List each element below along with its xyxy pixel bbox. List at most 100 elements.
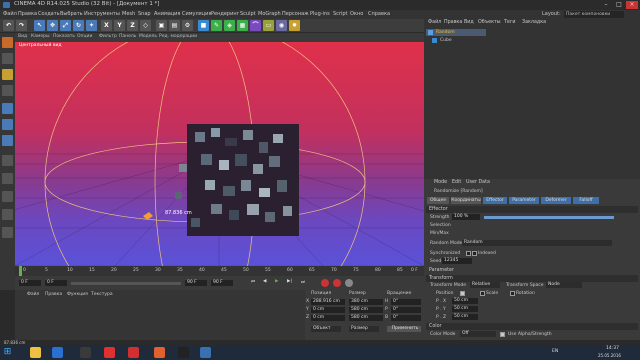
z-axis-icon[interactable]: Z	[127, 20, 138, 31]
language-indicator[interactable]: EN	[552, 349, 558, 354]
rotation-h-field[interactable]: 0°	[391, 299, 421, 305]
light-icon[interactable]: ✹	[289, 20, 300, 31]
polygons-mode-icon[interactable]	[2, 135, 13, 146]
transform-space-dropdown[interactable]: Node	[546, 282, 582, 288]
3d-viewport[interactable]: Центральный вид 87.836 cm	[15, 42, 424, 266]
clock-date[interactable]: 25.05.2016	[598, 353, 621, 358]
synchronized-checkbox[interactable]	[466, 251, 471, 256]
tweak-icon[interactable]	[2, 173, 13, 184]
bend-deformer-icon[interactable]: ⌒	[250, 20, 261, 31]
move-icon[interactable]: ✥	[47, 20, 58, 31]
rotation-p-field[interactable]: 0°	[391, 307, 421, 313]
preview-end-field[interactable]: 90 F	[211, 280, 233, 286]
random-mode-dropdown[interactable]: Random	[462, 240, 612, 246]
menu-create[interactable]: Создать	[38, 11, 60, 17]
record-icon[interactable]	[321, 279, 329, 287]
alpha-strength-checkbox[interactable]	[500, 332, 505, 337]
cube-icon[interactable]: ■	[198, 20, 209, 31]
coord-size-mode-dropdown[interactable]: Размер	[349, 326, 379, 332]
size-z-field[interactable]: 580 cm	[349, 315, 383, 321]
edges-mode-icon[interactable]	[2, 119, 13, 130]
explorer-window-icon[interactable]	[80, 347, 91, 358]
strength-slider[interactable]	[484, 216, 614, 219]
color-mode-dropdown[interactable]: Off	[460, 331, 496, 337]
render-picture-viewer-icon[interactable]: ▤	[169, 20, 180, 31]
next-key-icon[interactable]: ▶|	[287, 279, 292, 284]
end-frame-field[interactable]: 90 F	[185, 280, 207, 286]
indexed-checkbox[interactable]	[472, 251, 477, 256]
render-settings-icon[interactable]: ⚙	[182, 20, 193, 31]
snap-icon[interactable]	[2, 191, 13, 202]
tab-coords[interactable]: Координаты	[451, 197, 481, 204]
timeline[interactable]: 0 5 10 15 20 25 30 35 40 45 50 55 60 65 …	[15, 266, 424, 276]
position-z-field[interactable]: 0 cm	[311, 315, 345, 321]
strength-field[interactable]: 100 %	[452, 214, 480, 220]
yandex-browser-icon[interactable]	[104, 347, 115, 358]
layout-dropdown[interactable]: Пакет компоновки	[564, 11, 624, 18]
viewport-menu-moderation[interactable]: Ред. модерации	[159, 34, 197, 39]
keyframe-selection-icon[interactable]	[345, 279, 353, 287]
array-icon[interactable]: ▦	[237, 20, 248, 31]
objmgr-menu-bookmarks[interactable]: Закладка	[522, 20, 546, 25]
rotation-checkbox[interactable]	[510, 291, 515, 296]
redo-icon[interactable]: ↷	[16, 20, 27, 31]
position-x-field[interactable]: 288.916 cm	[311, 299, 345, 305]
current-frame-field[interactable]: 0 F	[45, 280, 67, 286]
live-selection-icon[interactable]: ↖	[34, 20, 45, 31]
go-start-icon[interactable]: ⏮	[251, 279, 255, 285]
menu-script[interactable]: Script	[333, 11, 348, 17]
texture-mode-icon[interactable]	[2, 69, 13, 80]
model-mode-icon[interactable]	[2, 53, 13, 64]
rotation-b-field[interactable]: 0°	[391, 315, 421, 321]
transform-mode-dropdown[interactable]: Relative	[470, 282, 500, 288]
go-end-icon[interactable]: ⏭	[301, 279, 305, 285]
viewport-menu-cameras[interactable]: Камеры	[31, 34, 50, 39]
menu-plugins[interactable]: Plug-ins	[310, 11, 330, 17]
objmgr-menu-tags[interactable]: Теги	[504, 20, 516, 25]
menu-edit[interactable]: Правка	[18, 11, 37, 17]
material-menu-edit[interactable]: Правка	[45, 292, 62, 297]
recent-tools-icon[interactable]: ✦	[86, 20, 97, 31]
render-view-icon[interactable]: ▣	[156, 20, 167, 31]
coord-mode-dropdown[interactable]: Объект	[311, 326, 341, 332]
section-parameter[interactable]: Parameter	[426, 267, 638, 274]
objmgr-menu-edit[interactable]: Правка	[444, 20, 462, 25]
scale-checkbox[interactable]	[480, 291, 485, 296]
cinema4d-task-icon[interactable]	[200, 347, 211, 358]
menu-snap[interactable]: Snap	[138, 11, 151, 17]
menu-file[interactable]: Файл	[3, 11, 17, 17]
viewport-menu-model[interactable]: Модель	[139, 34, 157, 39]
section-effector[interactable]: Effector	[426, 206, 638, 213]
param-position-y-field[interactable]: 50 cm	[452, 306, 478, 312]
menu-select[interactable]: Выбрать	[60, 11, 83, 17]
play-icon[interactable]: ▶	[275, 279, 278, 284]
start-frame-field[interactable]: 0 F	[19, 280, 41, 286]
camera-icon[interactable]: ◉	[276, 20, 287, 31]
ie-browser-icon[interactable]	[52, 347, 63, 358]
object-row-cube[interactable]: Cube	[426, 37, 486, 44]
apply-button[interactable]: Применить	[387, 326, 421, 332]
file-explorer-icon[interactable]	[30, 347, 41, 358]
planar-workplane-icon[interactable]	[2, 227, 13, 238]
viewport-menu-filter[interactable]: Фильтр	[99, 34, 117, 39]
material-menu-texture[interactable]: Текстура	[91, 292, 113, 297]
attr-menu-mode[interactable]: Mode	[434, 180, 447, 185]
range-slider[interactable]	[71, 282, 181, 285]
param-position-z-field[interactable]: 50 cm	[452, 314, 478, 320]
param-position-x-field[interactable]: 50 cm	[452, 298, 478, 304]
minmax-label[interactable]: Min/Max	[430, 231, 449, 236]
seed-field[interactable]: 12345	[442, 258, 472, 264]
section-transform[interactable]: Transform	[426, 275, 638, 282]
attr-menu-userdata[interactable]: User Data	[466, 180, 490, 185]
opera-icon[interactable]	[128, 347, 139, 358]
viewport-menu-view[interactable]: Вид	[18, 34, 27, 39]
size-y-field[interactable]: 580 cm	[349, 307, 383, 313]
viewport-menu-panel[interactable]: Панель	[119, 34, 136, 39]
viewport-menu-display[interactable]: Показать	[53, 34, 75, 39]
position-checkbox[interactable]	[460, 291, 465, 296]
y-axis-icon[interactable]: Y	[114, 20, 125, 31]
menu-animation[interactable]: Анимация	[154, 11, 180, 17]
rotate-icon[interactable]: ↻	[73, 20, 84, 31]
tab-parameter[interactable]: Parameter	[509, 197, 539, 204]
objmgr-menu-file[interactable]: Файл	[428, 20, 441, 25]
